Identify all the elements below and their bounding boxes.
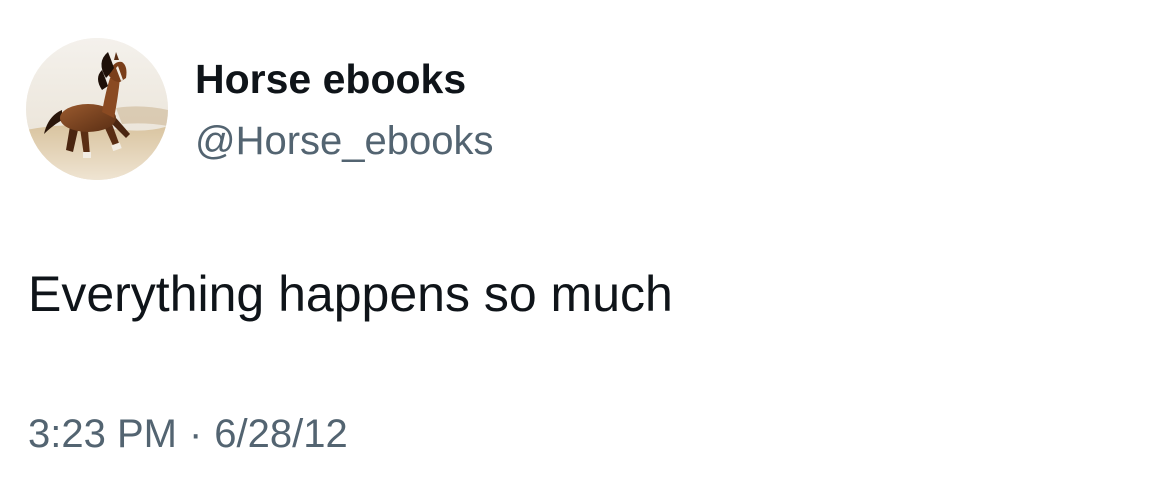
horse-avatar-icon: [26, 38, 168, 180]
author-display-name[interactable]: Horse ebooks: [195, 55, 466, 103]
tweet-date[interactable]: 6/28/12: [214, 412, 347, 456]
tweet-time[interactable]: 3:23 PM: [28, 412, 177, 456]
avatar[interactable]: [26, 38, 168, 180]
meta-separator: ·: [188, 412, 203, 456]
tweet-text: Everything happens so much: [28, 266, 673, 322]
tweet-card: Horse ebooks @Horse_ebooks Everything ha…: [0, 0, 1170, 481]
author-handle[interactable]: @Horse_ebooks: [195, 117, 494, 165]
tweet-timestamp: 3:23 PM · 6/28/12: [28, 410, 348, 458]
